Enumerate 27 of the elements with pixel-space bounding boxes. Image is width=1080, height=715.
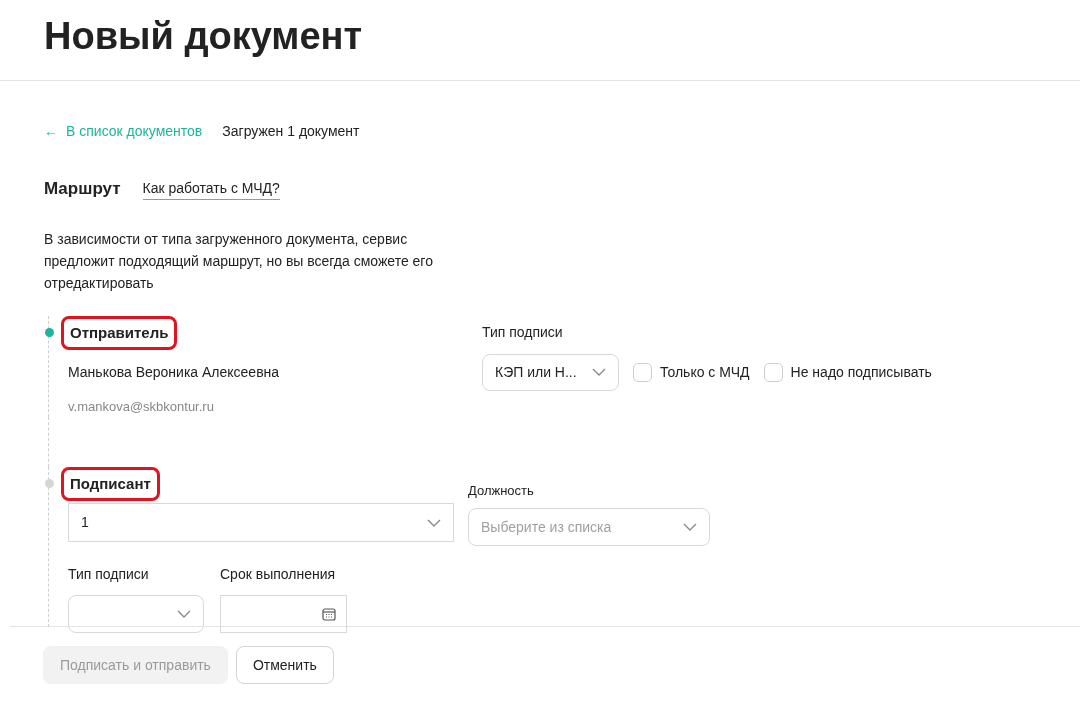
field-label: Тип подписи <box>482 322 564 342</box>
checkbox[interactable] <box>633 362 652 382</box>
section-heading: Маршрут <box>44 178 121 200</box>
chevron-down-icon <box>177 610 191 618</box>
route-description: В зависимости от типа загруженного документа, сервис предложит подходящий маршрут, но вы всегда сможете его отредактировать <box>44 229 434 293</box>
chevron-down-icon <box>427 518 441 527</box>
checkbox-label: Только с МЧД <box>660 362 750 382</box>
upload-status: Загружен 1 документ <box>222 122 360 141</box>
date-field[interactable] <box>220 595 347 633</box>
signer-select[interactable]: 1 <box>68 503 454 542</box>
chevron-down-icon <box>683 523 697 531</box>
step-title: Отправитель <box>61 315 178 350</box>
signature-type-select[interactable]: КЭП или Н... <box>482 353 619 391</box>
field-label: Срок выполнения <box>220 565 337 584</box>
signature-type-select[interactable] <box>68 595 204 633</box>
sender-email: v.mankova@skbkontur.ru <box>68 398 215 416</box>
checkbox[interactable] <box>763 362 783 382</box>
help-link[interactable]: Как работать с МЧД? <box>142 177 280 200</box>
calendar-icon <box>322 607 336 621</box>
sender-name: Манькова Вероника Алексеевна <box>68 363 281 382</box>
cancel-button[interactable]: Отменить <box>235 646 334 684</box>
step-title: Подписант <box>61 466 160 501</box>
field-label: Должность <box>468 481 535 500</box>
chevron-down-icon <box>592 368 606 376</box>
checkbox-label: Не надо подписывать <box>790 362 932 382</box>
page-title: Новый документ <box>44 13 363 59</box>
field-label: Тип подписи <box>68 565 150 584</box>
